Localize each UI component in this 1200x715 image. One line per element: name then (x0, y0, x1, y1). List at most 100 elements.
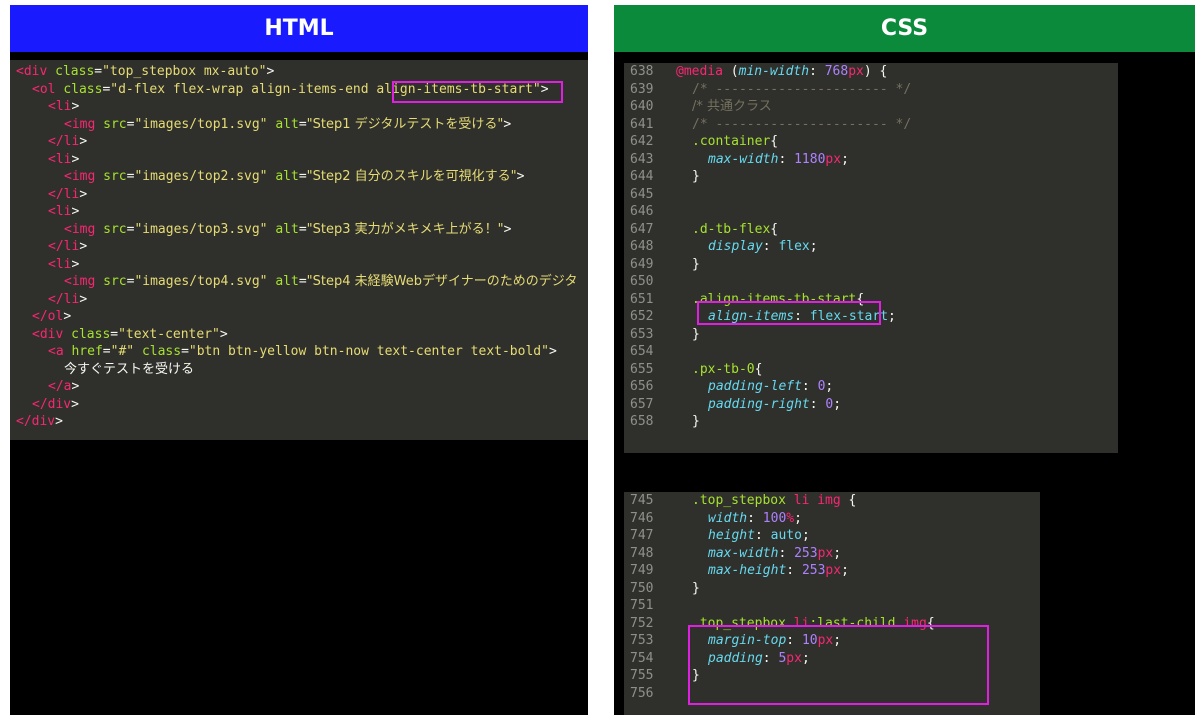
code-token: padding-right (708, 396, 810, 412)
html-panel: HTML <div class="top_stepbox mx-auto"> <o… (10, 5, 588, 715)
code-line: 650 (624, 273, 1118, 291)
code-token: ; (833, 545, 842, 561)
line-number: 647 (630, 221, 654, 237)
code-token: ( (722, 64, 739, 79)
code-line: 641 /* ---------------------- */ (624, 116, 1118, 134)
code-token: 今すぐテストを受ける (64, 361, 195, 377)
code-token: % (786, 510, 795, 526)
code-token: max-height (708, 563, 787, 578)
code-line: <ol class="d-flex flex-wrap align-items-… (16, 81, 588, 99)
line-number: 751 (630, 598, 654, 613)
code-token: > (548, 344, 557, 359)
code-token: @media (676, 64, 723, 79)
code-token: px (848, 64, 864, 79)
code-line: 652 align-items: flex-start; (624, 308, 1118, 326)
code-token: : (786, 633, 802, 648)
code-token: ) { (863, 64, 888, 79)
code-line: <img src="images/top3.svg" alt="Step3 実力… (16, 221, 588, 239)
code-line: </li> (16, 133, 588, 151)
code-token: > (71, 256, 80, 272)
line-number: 655 (630, 361, 654, 377)
code-token: <img (64, 116, 104, 132)
code-token: = (298, 169, 307, 184)
code-token: max-width (708, 151, 779, 167)
code-token: <li (48, 151, 72, 167)
code-token: { (770, 134, 779, 149)
code-token: 253 (794, 545, 818, 561)
code-line: <img src="images/top1.svg" alt="Step1 デジ… (16, 116, 588, 134)
code-token: alt (275, 274, 299, 289)
code-token: > (71, 379, 80, 394)
code-token: <img (64, 221, 104, 237)
code-token: { (926, 615, 935, 631)
line-number: 748 (630, 545, 654, 561)
code-token: ; (809, 239, 818, 254)
code-line: 656 padding-left: 0; (624, 378, 1118, 396)
code-line: 642 .container{ (624, 133, 1118, 151)
code-line: </div> (16, 413, 588, 431)
code-line: <div class="top_stepbox mx-auto"> (16, 63, 588, 81)
line-number: 656 (630, 379, 654, 394)
code-line: 750} (624, 580, 1040, 598)
code-token: ; (825, 379, 834, 394)
code-token: img (817, 493, 841, 508)
css-code-editor-bottom[interactable]: 745 .top_stepbox li img {746 width: 100%; 7… (624, 492, 1040, 715)
code-token: "top_stepbox mx-auto" (102, 64, 267, 79)
code-token: /* 共通クラス (692, 99, 772, 114)
code-token: px (825, 151, 842, 167)
code-token: "images/top3.svg" (134, 221, 276, 237)
code-token: "Step4 未経験Webデザイナーのためのデジタ (306, 274, 578, 289)
code-line: 655 .px-tb-0{ (624, 361, 1118, 379)
code-token: ; (833, 633, 842, 648)
line-number: 753 (630, 633, 654, 648)
code-token: px (786, 650, 802, 666)
code-token: > (71, 204, 80, 219)
code-line: </li> (16, 186, 588, 204)
code-token: ; (794, 510, 802, 526)
css-panel-title: CSS (614, 5, 1195, 52)
code-token: > (63, 309, 72, 324)
css-code-editor-top[interactable]: 638 @media (min-width: 768px) {639/* ----… (624, 63, 1118, 453)
code-token: > (540, 81, 549, 97)
code-token: : (762, 650, 779, 666)
code-token: flex (778, 239, 810, 254)
code-line: <li> (16, 98, 588, 116)
code-token: ; (841, 151, 849, 167)
code-token: padding (708, 650, 763, 666)
html-code-editor[interactable]: <div class="top_stepbox mx-auto"> <ol cla… (10, 60, 588, 440)
code-token: > (79, 239, 88, 254)
code-token: : (801, 379, 818, 394)
line-number: 658 (630, 414, 654, 429)
code-line: </li> (16, 238, 588, 256)
code-token: flex-start (809, 309, 889, 324)
code-line: <li> (16, 151, 588, 169)
code-token: class (71, 326, 111, 342)
line-number: 643 (630, 151, 654, 167)
line-number: 749 (630, 563, 654, 578)
code-token: img (903, 615, 927, 631)
code-token: { (840, 493, 857, 508)
code-token: "text-center" (118, 326, 220, 342)
code-token: = (94, 64, 103, 79)
code-token: src (103, 116, 127, 132)
line-number: 649 (630, 256, 654, 272)
code-line: <img src="images/top4.svg" alt="Step4 未経… (16, 273, 588, 291)
code-token: href (71, 344, 103, 359)
line-number: 745 (630, 493, 654, 508)
line-number: 641 (630, 116, 654, 132)
code-token: .d-tb-flex (692, 221, 771, 237)
code-token: "d-flex flex-wrap align-items-end align-… (110, 81, 541, 97)
code-line: 651 .align-items-tb-start{ (624, 291, 1118, 309)
code-token: <ol (32, 81, 64, 97)
code-token: <li (48, 204, 72, 219)
line-number: 651 (630, 291, 654, 307)
code-token: class (63, 81, 103, 97)
line-number: 642 (630, 134, 654, 149)
code-token: </ol (32, 309, 64, 324)
code-token: "images/top1.svg" (134, 116, 276, 132)
code-token: = (298, 116, 307, 132)
line-number: 754 (630, 650, 654, 666)
code-token: height (708, 528, 755, 543)
code-line: 754 padding: 5px; (624, 650, 1040, 668)
code-line: 746 width: 100%; (624, 510, 1040, 528)
